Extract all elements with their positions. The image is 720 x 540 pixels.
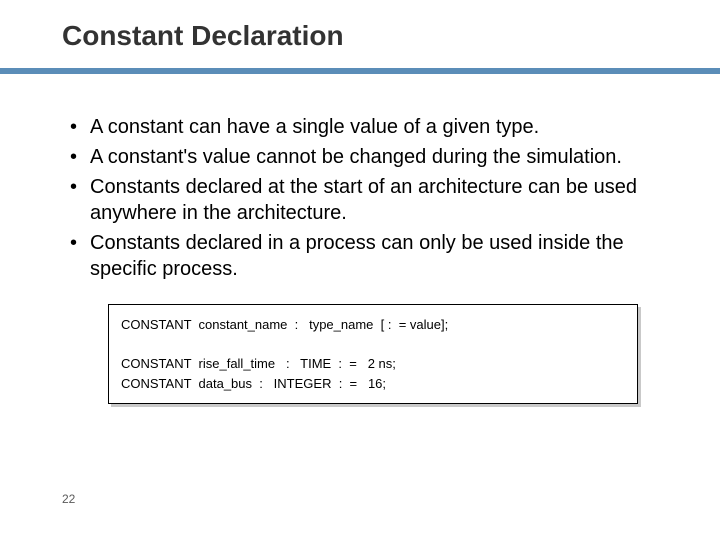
bullet-item: Constants declared in a process can only… [62, 230, 658, 282]
bullet-item: A constant's value cannot be changed dur… [62, 144, 658, 170]
code-box-wrapper: CONSTANT constant_name : type_name [ : =… [108, 304, 638, 404]
slide-title: Constant Declaration [0, 20, 720, 52]
slide-content: A constant can have a single value of a … [0, 74, 720, 404]
bullet-item: Constants declared at the start of an ar… [62, 174, 658, 226]
code-box: CONSTANT constant_name : type_name [ : =… [108, 304, 638, 404]
page-number: 22 [62, 492, 75, 506]
bullet-item: A constant can have a single value of a … [62, 114, 658, 140]
slide: Constant Declaration A constant can have… [0, 0, 720, 540]
bullet-list: A constant can have a single value of a … [62, 114, 658, 282]
